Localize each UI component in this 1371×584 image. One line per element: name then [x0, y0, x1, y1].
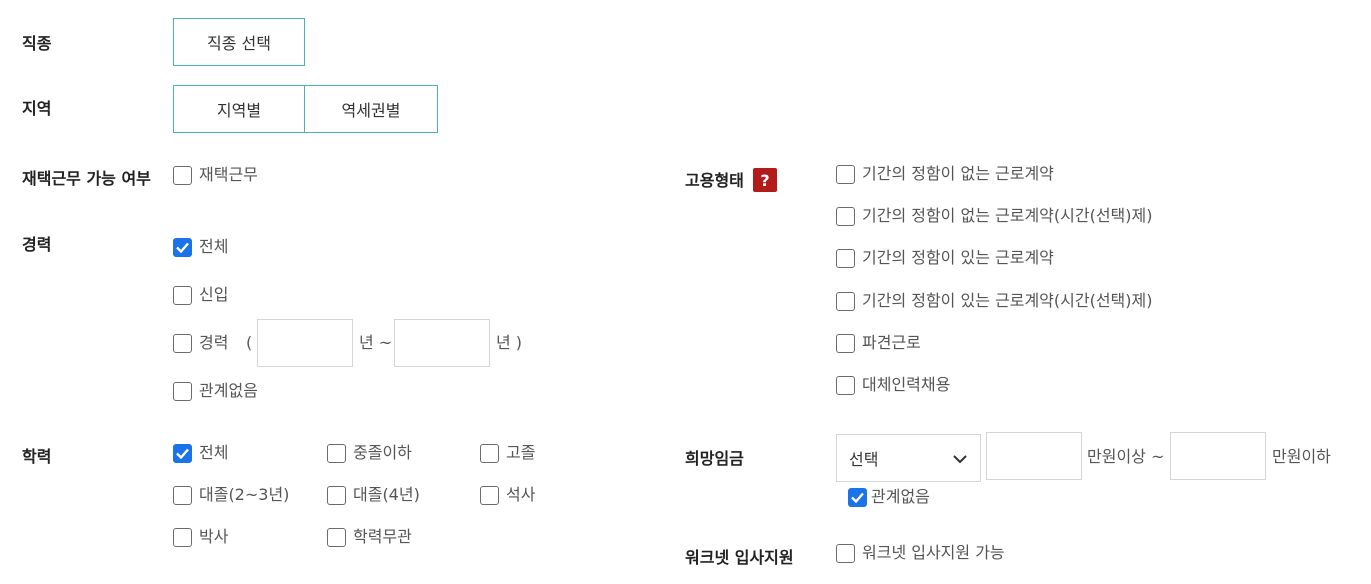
checkbox-label: 대졸(4년): [353, 485, 420, 504]
career-from-unit: 년 ~: [359, 333, 393, 352]
salary-type-select[interactable]: 선택: [836, 434, 981, 482]
checkbox-label: 전체: [199, 443, 229, 462]
career-any-checkbox[interactable]: 관계없음: [173, 381, 258, 401]
career-experienced-checkbox[interactable]: 경력: [173, 333, 228, 353]
checkbox-box[interactable]: [173, 443, 192, 463]
career-years-to-input[interactable]: [394, 319, 490, 367]
salary-max-unit: 만원이하: [1272, 447, 1331, 466]
salary-min-input[interactable]: [986, 432, 1082, 480]
career-to-unit: 년 ): [496, 333, 523, 352]
checkbox-box[interactable]: [836, 375, 855, 395]
remote-work-label: 재택근무 가능 여부: [22, 169, 151, 188]
region-label: 지역: [22, 99, 52, 118]
checkbox-box[interactable]: [173, 381, 192, 401]
checkbox-box[interactable]: [173, 237, 192, 257]
career-all-checkbox[interactable]: 전체: [173, 237, 228, 257]
career-label: 경력: [22, 235, 52, 254]
career-years-from-input[interactable]: [257, 319, 353, 367]
checkbox-box[interactable]: [836, 543, 855, 563]
checkbox-label: 신입: [199, 285, 229, 304]
select-value: 선택: [849, 450, 879, 469]
worknet-apply-checkbox[interactable]: 워크넷 입사지원 가능: [836, 543, 1005, 563]
checkbox-label: 박사: [199, 527, 229, 546]
salary-label: 희망임금: [685, 449, 744, 468]
checkbox-label: 중졸이하: [353, 443, 412, 462]
checkbox-label: 관계없음: [871, 487, 930, 506]
checkbox-box[interactable]: [836, 333, 855, 353]
checkbox-label: 워크넷 입사지원 가능: [862, 543, 1005, 562]
checkbox-label: 고졸: [506, 443, 536, 462]
education-middle-school-checkbox[interactable]: 중졸이하: [327, 443, 412, 463]
career-open-paren: (: [246, 333, 253, 352]
checkbox-box[interactable]: [836, 164, 855, 184]
education-masters-checkbox[interactable]: 석사: [480, 485, 535, 505]
job-type-label: 직종: [22, 34, 52, 53]
chevron-down-icon: [952, 449, 968, 468]
employment-type-label: 고용형태: [685, 171, 744, 190]
help-icon[interactable]: ?: [753, 168, 777, 192]
checkbox-box[interactable]: [327, 443, 346, 463]
checkbox-label: 기간의 정함이 있는 근로계약(시간(선택)제): [862, 291, 1153, 310]
job-type-select-button[interactable]: 직종 선택: [173, 18, 305, 66]
checkbox-label: 학력무관: [353, 527, 412, 546]
region-by-station-button[interactable]: 역세권별: [304, 85, 438, 133]
checkbox-label: 기간의 정함이 없는 근로계약(시간(선택)제): [862, 206, 1153, 225]
checkbox-box[interactable]: [173, 285, 192, 305]
education-doctorate-checkbox[interactable]: 박사: [173, 527, 228, 547]
checkbox-label: 기간의 정함이 있는 근로계약: [862, 248, 1054, 267]
checkbox-label: 대체인력채용: [862, 375, 951, 394]
salary-any-checkbox[interactable]: 관계없음: [848, 487, 930, 507]
employment-substitute-checkbox[interactable]: 대체인력채용: [836, 375, 950, 395]
education-university-checkbox[interactable]: 대졸(4년): [327, 485, 420, 505]
employment-fixed-term-parttime-checkbox[interactable]: 기간의 정함이 있는 근로계약(시간(선택)제): [836, 291, 1152, 311]
checkbox-label: 기간의 정함이 없는 근로계약: [862, 164, 1054, 183]
checkbox-label: 대졸(2~3년): [199, 485, 290, 504]
education-all-checkbox[interactable]: 전체: [173, 443, 228, 463]
checkbox-box[interactable]: [327, 485, 346, 505]
education-college-checkbox[interactable]: 대졸(2~3년): [173, 485, 289, 505]
checkbox-box[interactable]: [173, 333, 192, 353]
checkbox-box[interactable]: [173, 485, 192, 505]
checkbox-box[interactable]: [836, 291, 855, 311]
checkbox-box[interactable]: [836, 248, 855, 268]
checkbox-box[interactable]: [173, 165, 192, 185]
checkbox-label: 전체: [199, 237, 229, 256]
employment-fixed-term-checkbox[interactable]: 기간의 정함이 있는 근로계약: [836, 248, 1054, 268]
education-any-checkbox[interactable]: 학력무관: [327, 527, 412, 547]
checkbox-label: 경력: [199, 333, 229, 352]
checkbox-box[interactable]: [327, 527, 346, 547]
education-high-school-checkbox[interactable]: 고졸: [480, 443, 535, 463]
region-by-area-button[interactable]: 지역별: [173, 85, 305, 133]
checkbox-box[interactable]: [836, 206, 855, 226]
checkbox-box[interactable]: [480, 443, 499, 463]
career-newcomer-checkbox[interactable]: 신입: [173, 285, 228, 305]
remote-work-checkbox[interactable]: 재택근무: [173, 165, 258, 185]
employment-dispatch-checkbox[interactable]: 파견근로: [836, 333, 921, 353]
education-label: 학력: [22, 447, 52, 466]
salary-min-unit: 만원이상 ~: [1087, 447, 1165, 466]
employment-permanent-checkbox[interactable]: 기간의 정함이 없는 근로계약: [836, 164, 1054, 184]
checkbox-label: 재택근무: [199, 165, 258, 184]
checkbox-label: 관계없음: [199, 381, 258, 400]
worknet-apply-label: 워크넷 입사지원: [685, 548, 794, 567]
employment-permanent-parttime-checkbox[interactable]: 기간의 정함이 없는 근로계약(시간(선택)제): [836, 206, 1152, 226]
salary-max-input[interactable]: [1170, 432, 1266, 480]
checkbox-label: 석사: [506, 485, 536, 504]
checkbox-label: 파견근로: [862, 333, 921, 352]
checkbox-box[interactable]: [848, 487, 867, 507]
checkbox-box[interactable]: [480, 485, 499, 505]
checkbox-box[interactable]: [173, 527, 192, 547]
